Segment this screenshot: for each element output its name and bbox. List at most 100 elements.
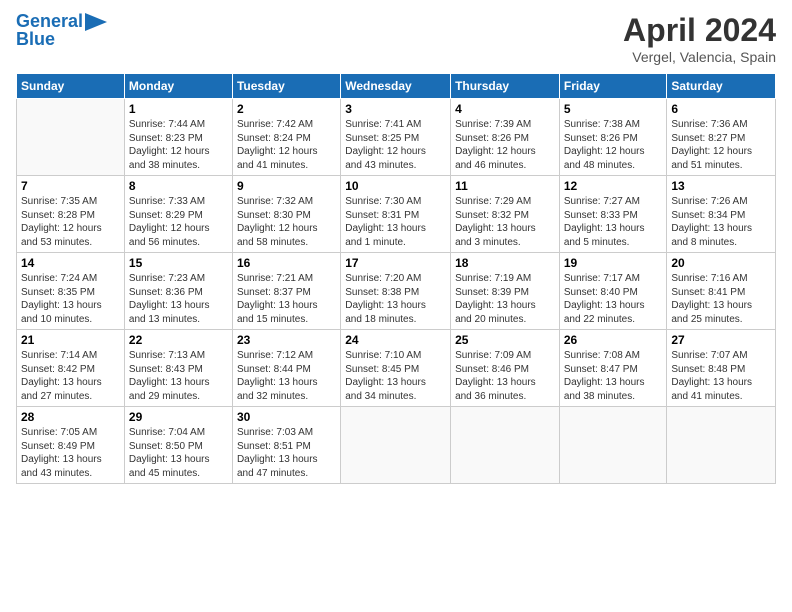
day-info: Sunrise: 7:14 AMSunset: 8:42 PMDaylight:… [21,349,120,403]
day-number: 21 [21,333,120,347]
day-number: 4 [455,102,555,116]
weekday-friday: Friday [559,74,667,99]
day-cell [451,407,560,484]
day-cell: 26 Sunrise: 7:08 AMSunset: 8:47 PMDayligh… [559,330,667,407]
day-cell: 12 Sunrise: 7:27 AMSunset: 8:33 PMDayligh… [559,176,667,253]
day-cell: 27 Sunrise: 7:07 AMSunset: 8:48 PMDayligh… [667,330,776,407]
day-info: Sunrise: 7:26 AMSunset: 8:34 PMDaylight:… [671,195,771,249]
day-cell: 14Sunrise: 7:24 AMSunset: 8:35 PMDayligh… [17,253,125,330]
day-number: 14 [21,256,120,270]
day-info: Sunrise: 7:36 AMSunset: 8:27 PMDaylight:… [671,118,771,172]
day-info: Sunrise: 7:03 AMSunset: 8:51 PMDaylight:… [237,426,336,480]
day-number: 20 [671,256,771,270]
day-info: Sunrise: 7:08 AMSunset: 8:47 PMDaylight:… [564,349,663,403]
day-number: 26 [564,333,663,347]
week-row-3: 14Sunrise: 7:24 AMSunset: 8:35 PMDayligh… [17,253,776,330]
day-cell: 20 Sunrise: 7:16 AMSunset: 8:41 PMDayligh… [667,253,776,330]
day-cell: 4 Sunrise: 7:39 AMSunset: 8:26 PMDaylight… [451,99,560,176]
weekday-saturday: Saturday [667,74,776,99]
day-cell: 13 Sunrise: 7:26 AMSunset: 8:34 PMDayligh… [667,176,776,253]
day-cell: 17 Sunrise: 7:20 AMSunset: 8:38 PMDayligh… [341,253,451,330]
day-number: 16 [237,256,336,270]
week-row-5: 28 Sunrise: 7:05 AMSunset: 8:49 PMDayligh… [17,407,776,484]
day-cell: 28 Sunrise: 7:05 AMSunset: 8:49 PMDayligh… [17,407,125,484]
day-cell: 19Sunrise: 7:17 AMSunset: 8:40 PMDayligh… [559,253,667,330]
day-info: Sunrise: 7:35 AMSunset: 8:28 PMDaylight:… [21,195,120,249]
day-info: Sunrise: 7:42 AMSunset: 8:24 PMDaylight:… [237,118,336,172]
weekday-sunday: Sunday [17,74,125,99]
day-number: 5 [564,102,663,116]
weekday-monday: Monday [124,74,232,99]
day-number: 13 [671,179,771,193]
week-row-2: 7 Sunrise: 7:35 AMSunset: 8:28 PMDaylight… [17,176,776,253]
main-title: April 2024 [623,12,776,49]
day-cell [667,407,776,484]
day-info: Sunrise: 7:09 AMSunset: 8:46 PMDaylight:… [455,349,555,403]
day-info: Sunrise: 7:30 AMSunset: 8:31 PMDaylight:… [345,195,446,249]
week-row-4: 21 Sunrise: 7:14 AMSunset: 8:42 PMDayligh… [17,330,776,407]
day-cell: 9 Sunrise: 7:32 AMSunset: 8:30 PMDaylight… [232,176,340,253]
day-cell: 10Sunrise: 7:30 AMSunset: 8:31 PMDayligh… [341,176,451,253]
day-info: Sunrise: 7:20 AMSunset: 8:38 PMDaylight:… [345,272,446,326]
day-info: Sunrise: 7:32 AMSunset: 8:30 PMDaylight:… [237,195,336,249]
day-cell: 6 Sunrise: 7:36 AMSunset: 8:27 PMDaylight… [667,99,776,176]
day-info: Sunrise: 7:16 AMSunset: 8:41 PMDaylight:… [671,272,771,326]
title-block: April 2024 Vergel, Valencia, Spain [623,12,776,65]
day-number: 12 [564,179,663,193]
day-number: 28 [21,410,120,424]
day-cell: 2Sunrise: 7:42 AMSunset: 8:24 PMDaylight… [232,99,340,176]
day-info: Sunrise: 7:38 AMSunset: 8:26 PMDaylight:… [564,118,663,172]
day-cell: 1 Sunrise: 7:44 AMSunset: 8:23 PMDaylight… [124,99,232,176]
day-info: Sunrise: 7:07 AMSunset: 8:48 PMDaylight:… [671,349,771,403]
day-number: 6 [671,102,771,116]
day-cell: 21 Sunrise: 7:14 AMSunset: 8:42 PMDayligh… [17,330,125,407]
day-cell [559,407,667,484]
day-info: Sunrise: 7:10 AMSunset: 8:45 PMDaylight:… [345,349,446,403]
day-info: Sunrise: 7:12 AMSunset: 8:44 PMDaylight:… [237,349,336,403]
day-cell: 11Sunrise: 7:29 AMSunset: 8:32 PMDayligh… [451,176,560,253]
day-cell: 22 Sunrise: 7:13 AMSunset: 8:43 PMDayligh… [124,330,232,407]
day-number: 27 [671,333,771,347]
day-cell: 25Sunrise: 7:09 AMSunset: 8:46 PMDayligh… [451,330,560,407]
day-number: 19 [564,256,663,270]
day-number: 17 [345,256,446,270]
day-cell: 7 Sunrise: 7:35 AMSunset: 8:28 PMDaylight… [17,176,125,253]
day-number: 15 [129,256,228,270]
day-cell: 3 Sunrise: 7:41 AMSunset: 8:25 PMDaylight… [341,99,451,176]
day-info: Sunrise: 7:41 AMSunset: 8:25 PMDaylight:… [345,118,446,172]
day-number: 23 [237,333,336,347]
logo-arrow-icon [85,13,107,31]
day-info: Sunrise: 7:04 AMSunset: 8:50 PMDaylight:… [129,426,228,480]
day-cell: 29Sunrise: 7:04 AMSunset: 8:50 PMDayligh… [124,407,232,484]
day-cell: 30 Sunrise: 7:03 AMSunset: 8:51 PMDayligh… [232,407,340,484]
day-info: Sunrise: 7:13 AMSunset: 8:43 PMDaylight:… [129,349,228,403]
day-number: 3 [345,102,446,116]
day-number: 18 [455,256,555,270]
weekday-tuesday: Tuesday [232,74,340,99]
day-cell: 5 Sunrise: 7:38 AMSunset: 8:26 PMDaylight… [559,99,667,176]
day-cell: 24Sunrise: 7:10 AMSunset: 8:45 PMDayligh… [341,330,451,407]
subtitle: Vergel, Valencia, Spain [623,49,776,65]
day-cell: 8 Sunrise: 7:33 AMSunset: 8:29 PMDaylight… [124,176,232,253]
day-info: Sunrise: 7:21 AMSunset: 8:37 PMDaylight:… [237,272,336,326]
day-info: Sunrise: 7:33 AMSunset: 8:29 PMDaylight:… [129,195,228,249]
day-number: 30 [237,410,336,424]
day-number: 7 [21,179,120,193]
day-number: 22 [129,333,228,347]
day-cell [17,99,125,176]
header: General Blue April 2024 Vergel, Valencia… [16,12,776,65]
weekday-header-row: SundayMondayTuesdayWednesdayThursdayFrid… [17,74,776,99]
day-number: 11 [455,179,555,193]
day-cell [341,407,451,484]
day-info: Sunrise: 7:44 AMSunset: 8:23 PMDaylight:… [129,118,228,172]
day-number: 1 [129,102,228,116]
day-info: Sunrise: 7:19 AMSunset: 8:39 PMDaylight:… [455,272,555,326]
day-cell: 16 Sunrise: 7:21 AMSunset: 8:37 PMDayligh… [232,253,340,330]
day-number: 9 [237,179,336,193]
weekday-wednesday: Wednesday [341,74,451,99]
day-cell: 23 Sunrise: 7:12 AMSunset: 8:44 PMDayligh… [232,330,340,407]
day-info: Sunrise: 7:27 AMSunset: 8:33 PMDaylight:… [564,195,663,249]
day-number: 8 [129,179,228,193]
day-info: Sunrise: 7:05 AMSunset: 8:49 PMDaylight:… [21,426,120,480]
day-info: Sunrise: 7:39 AMSunset: 8:26 PMDaylight:… [455,118,555,172]
